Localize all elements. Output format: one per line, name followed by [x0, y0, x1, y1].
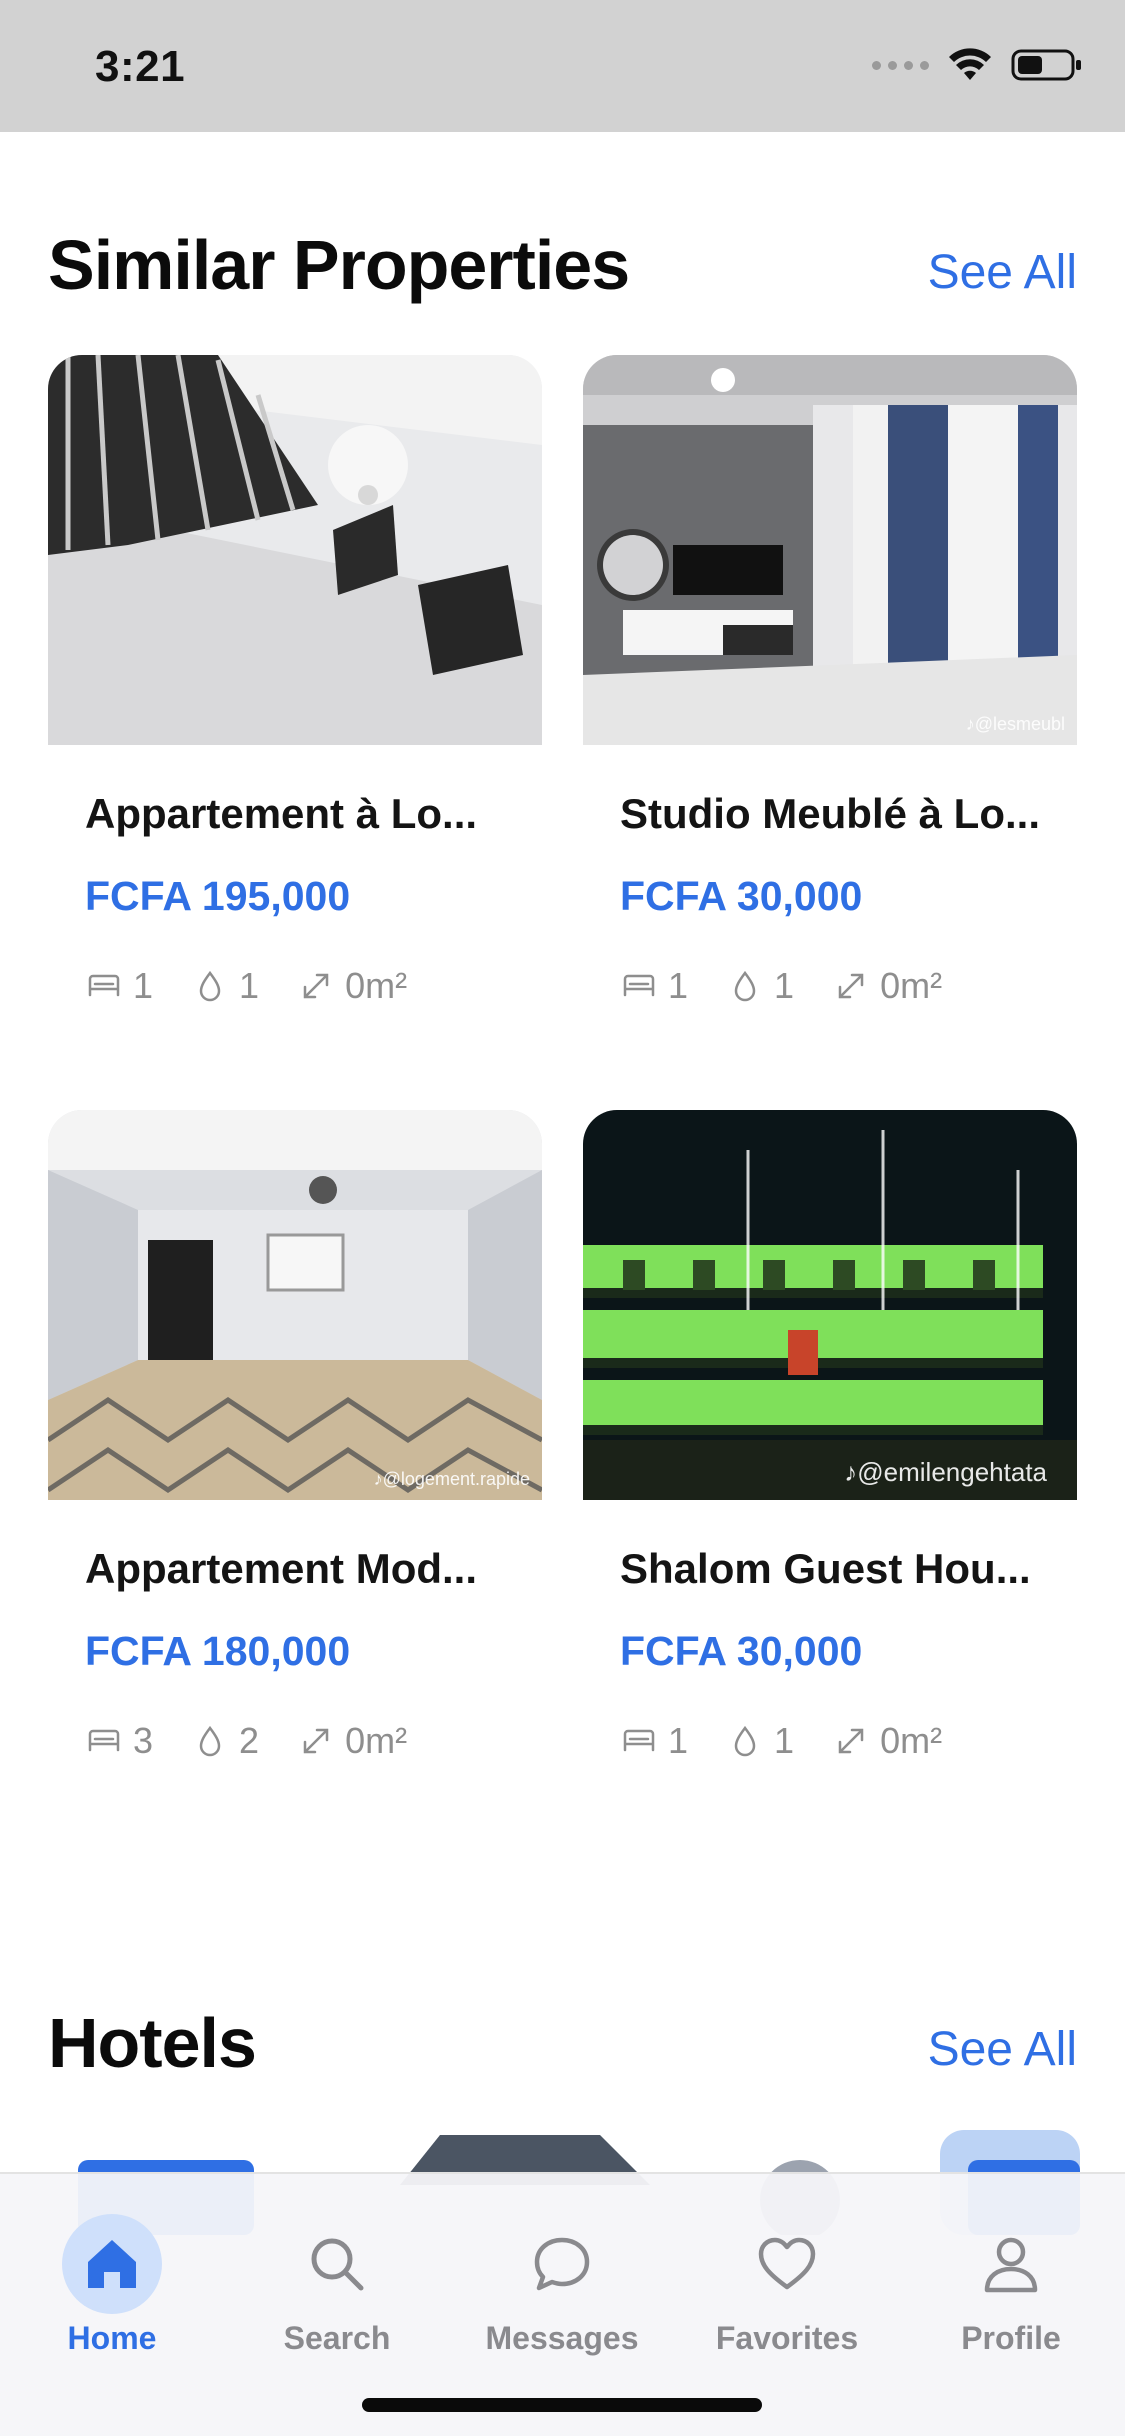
property-meta: 1 1 0m²	[85, 965, 445, 1007]
property-price: FCFA 30,000	[620, 873, 863, 919]
bed-icon	[88, 974, 120, 997]
property-meta: 1 1 0m²	[620, 965, 980, 1007]
property-title: Shalom Guest Hou...	[620, 1545, 1031, 1592]
wifi-icon	[949, 48, 991, 80]
resize-icon	[303, 973, 329, 999]
bath-count: 1	[774, 965, 795, 1006]
property-meta: 1 1 0m²	[620, 1720, 980, 1762]
status-icons	[872, 48, 1083, 82]
water-drop-icon	[734, 970, 756, 1002]
tab-bar: Home Search Messages Favorites Profile	[0, 2172, 1125, 2436]
bed-count: 3	[133, 1720, 154, 1761]
bath-count: 2	[239, 1720, 260, 1761]
see-all-similar-link[interactable]: See All	[928, 245, 1077, 300]
bath-count: 1	[239, 965, 260, 1006]
watermark-text: ♪@logement.rapide	[373, 1469, 530, 1489]
battery-icon	[1011, 49, 1081, 81]
watermark-text: ♪@lesmeubl	[965, 714, 1065, 734]
bed-count: 1	[668, 965, 689, 1006]
bed-count: 1	[668, 1720, 689, 1761]
water-drop-icon	[199, 1725, 221, 1757]
property-card[interactable]: ♪@lesmeubl Studio Meublé à Lo... FCFA 30…	[583, 355, 1077, 1006]
property-title: Appartement Mod...	[85, 1545, 478, 1592]
tab-search[interactable]: Search	[237, 2214, 437, 2357]
tab-messages[interactable]: Messages	[462, 2214, 662, 2357]
signal-icon	[872, 60, 929, 70]
search-icon	[287, 2214, 387, 2314]
water-drop-icon	[734, 1725, 756, 1757]
area-value: 0m²	[345, 1720, 408, 1761]
resize-icon	[303, 1728, 329, 1754]
section-title-similar: Similar Properties	[48, 226, 630, 304]
bed-icon	[88, 1729, 120, 1752]
home-indicator[interactable]	[362, 2398, 762, 2412]
tab-label: Search	[283, 2320, 391, 2356]
person-icon	[961, 2214, 1061, 2314]
property-price: FCFA 180,000	[85, 1628, 351, 1674]
resize-icon	[838, 973, 864, 999]
home-icon	[62, 2214, 162, 2314]
property-card[interactable]: ♪@logement.rapide Appartement Mod... FCF…	[48, 1110, 542, 1761]
property-photo[interactable]: ♪@logement.rapide	[48, 1110, 542, 1500]
property-photo[interactable]: ♪@emilengehtata	[583, 1110, 1077, 1500]
see-all-hotels-link[interactable]: See All	[928, 2022, 1077, 2077]
tab-favorites[interactable]: Favorites	[687, 2214, 887, 2357]
tab-label: Messages	[485, 2320, 639, 2356]
property-card[interactable]: ♪@emilengehtata Shalom Guest Hou... FCFA…	[583, 1110, 1077, 1761]
area-value: 0m²	[880, 1720, 943, 1761]
resize-icon	[838, 1728, 864, 1754]
bath-count: 1	[774, 1720, 795, 1761]
area-value: 0m²	[880, 965, 943, 1006]
property-title: Appartement à Lo...	[85, 790, 478, 837]
tab-label: Favorites	[715, 2320, 859, 2356]
status-bar: 3:21	[0, 0, 1125, 132]
heart-icon	[737, 2214, 837, 2314]
property-card[interactable]: Appartement à Lo... FCFA 195,000 1 1 0m²	[48, 355, 542, 1006]
bed-count: 1	[133, 965, 154, 1006]
section-title-hotels: Hotels	[48, 2004, 257, 2082]
bed-icon	[623, 974, 655, 997]
property-price: FCFA 195,000	[85, 873, 351, 919]
tab-profile[interactable]: Profile	[911, 2214, 1111, 2357]
tab-label: Home	[67, 2320, 157, 2356]
property-photo[interactable]: ♪@lesmeubl	[583, 355, 1077, 745]
area-value: 0m²	[345, 965, 408, 1006]
watermark-text: ♪@emilengehtata	[844, 1457, 1047, 1487]
bed-icon	[623, 1729, 655, 1752]
tab-label: Profile	[961, 2320, 1061, 2356]
property-photo[interactable]	[48, 355, 542, 745]
property-price: FCFA 30,000	[620, 1628, 863, 1674]
status-time: 3:21	[95, 42, 186, 91]
property-title: Studio Meublé à Lo...	[620, 790, 1040, 837]
property-meta: 3 2 0m²	[85, 1720, 445, 1762]
water-drop-icon	[199, 970, 221, 1002]
tab-home[interactable]: Home	[12, 2214, 212, 2357]
message-icon	[512, 2214, 612, 2314]
